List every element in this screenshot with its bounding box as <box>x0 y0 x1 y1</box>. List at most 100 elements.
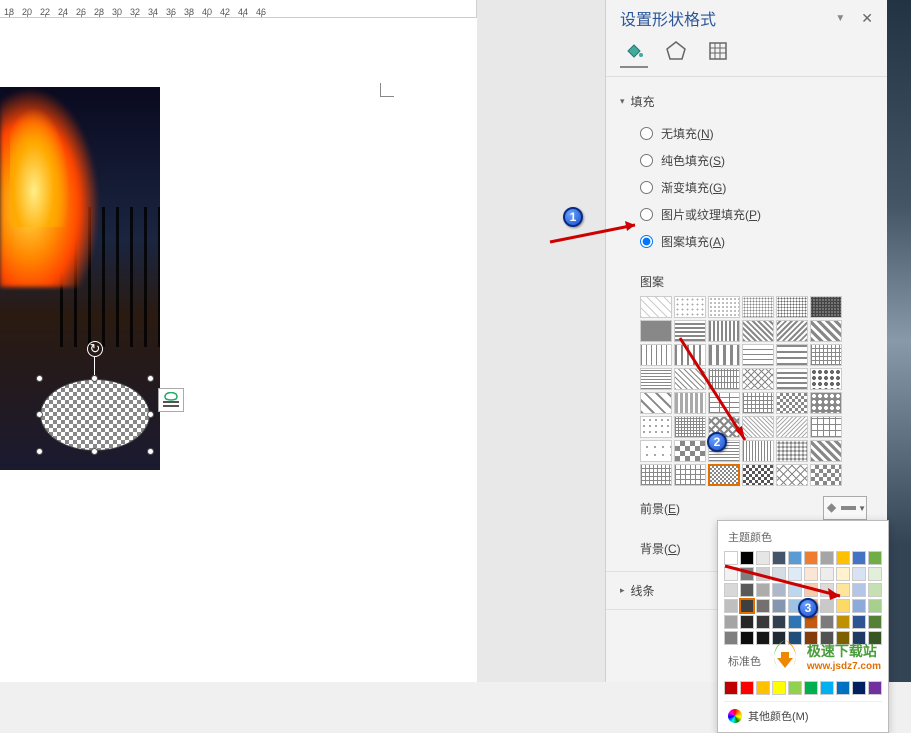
resize-handle[interactable] <box>36 411 43 418</box>
selected-oval-shape[interactable] <box>40 379 150 451</box>
paint-bucket-icon <box>824 500 839 516</box>
resize-handle[interactable] <box>91 375 98 382</box>
ruler-mark: 38 <box>180 7 198 17</box>
pattern-swatch[interactable] <box>810 296 842 318</box>
standard-color-swatch[interactable] <box>756 681 770 695</box>
resize-handle[interactable] <box>36 375 43 382</box>
pattern-swatch[interactable] <box>810 344 842 366</box>
tab-effects[interactable] <box>662 40 690 68</box>
theme-color-swatch[interactable] <box>724 615 738 629</box>
resize-handle[interactable] <box>36 448 43 455</box>
canvas-area: 18 20 22 24 26 28 30 32 34 36 38 40 42 4… <box>0 0 477 682</box>
theme-color-swatch[interactable] <box>740 631 754 645</box>
ruler-mark: 40 <box>198 7 216 17</box>
pattern-swatch[interactable] <box>776 392 808 414</box>
radio-picture-fill[interactable]: 图片或纹理填充(P) <box>640 201 873 228</box>
panel-options-dropdown[interactable]: ▼ <box>835 13 845 24</box>
standard-color-swatch[interactable] <box>836 681 850 695</box>
pattern-swatch[interactable] <box>742 464 774 486</box>
theme-color-swatch[interactable] <box>852 615 866 629</box>
pattern-swatch[interactable] <box>776 296 808 318</box>
theme-color-swatch[interactable] <box>788 615 802 629</box>
pattern-swatch[interactable] <box>674 296 706 318</box>
foreground-color-button[interactable]: ▼ <box>823 496 867 520</box>
theme-color-swatch[interactable] <box>868 583 882 597</box>
theme-color-swatch[interactable] <box>852 551 866 565</box>
document-page[interactable] <box>0 18 477 682</box>
theme-color-swatch[interactable] <box>740 615 754 629</box>
pattern-swatch[interactable] <box>776 464 808 486</box>
close-panel-button[interactable]: ✕ <box>861 10 873 27</box>
standard-color-swatch[interactable] <box>724 681 738 695</box>
standard-color-swatch[interactable] <box>804 681 818 695</box>
theme-color-swatch[interactable] <box>772 615 786 629</box>
watermark-url: www.jsdz7.com <box>807 661 881 672</box>
radio-input[interactable] <box>640 127 653 140</box>
theme-color-swatch[interactable] <box>852 567 866 581</box>
radio-input[interactable] <box>640 181 653 194</box>
pattern-swatch[interactable] <box>742 296 774 318</box>
theme-color-swatch[interactable] <box>852 599 866 613</box>
pattern-swatch[interactable] <box>708 464 740 486</box>
ruler-mark: 24 <box>54 7 72 17</box>
standard-color-swatch[interactable] <box>740 681 754 695</box>
theme-color-swatch[interactable] <box>868 599 882 613</box>
tab-layout-properties[interactable] <box>704 40 732 68</box>
color-wheel-icon <box>728 709 742 723</box>
pattern-swatch[interactable] <box>640 416 672 438</box>
pattern-swatch[interactable] <box>640 368 672 390</box>
pattern-swatch[interactable] <box>776 344 808 366</box>
pattern-swatch[interactable] <box>674 464 706 486</box>
pattern-swatch[interactable] <box>640 296 672 318</box>
resize-handle[interactable] <box>91 448 98 455</box>
theme-color-swatch[interactable] <box>820 615 834 629</box>
standard-color-swatch[interactable] <box>820 681 834 695</box>
theme-color-swatch[interactable] <box>724 631 738 645</box>
pattern-swatch[interactable] <box>810 368 842 390</box>
rotate-handle[interactable] <box>87 341 103 357</box>
pattern-swatch[interactable] <box>640 344 672 366</box>
ruler-mark: 44 <box>234 7 252 17</box>
pattern-swatch[interactable] <box>810 320 842 342</box>
pattern-swatch[interactable] <box>810 392 842 414</box>
radio-no-fill[interactable]: 无填充(N) <box>640 120 873 147</box>
pattern-swatch[interactable] <box>810 440 842 462</box>
theme-color-swatch[interactable] <box>836 615 850 629</box>
layout-options-button[interactable] <box>158 388 184 412</box>
pattern-swatch[interactable] <box>640 464 672 486</box>
resize-handle[interactable] <box>147 411 154 418</box>
tab-fill-line[interactable] <box>620 40 648 68</box>
standard-color-swatch[interactable] <box>788 681 802 695</box>
pattern-swatch[interactable] <box>810 416 842 438</box>
theme-color-swatch[interactable] <box>868 551 882 565</box>
ruler-mark: 34 <box>144 7 162 17</box>
resize-handle[interactable] <box>147 448 154 455</box>
theme-color-swatch[interactable] <box>756 615 770 629</box>
panel-title: 设置形状格式 <box>620 6 716 30</box>
pattern-swatch[interactable] <box>776 368 808 390</box>
annotation-arrow <box>720 556 850 606</box>
radio-input[interactable] <box>640 154 653 167</box>
theme-color-swatch[interactable] <box>868 615 882 629</box>
fill-section-header[interactable]: ▾ 填充 <box>620 87 873 116</box>
standard-color-swatch[interactable] <box>852 681 866 695</box>
pattern-label: 图案 <box>620 265 873 296</box>
pattern-swatch[interactable] <box>640 392 672 414</box>
pattern-swatch[interactable] <box>776 320 808 342</box>
pattern-swatch[interactable] <box>640 440 672 462</box>
pattern-swatch[interactable] <box>810 464 842 486</box>
theme-color-swatch[interactable] <box>852 583 866 597</box>
radio-gradient-fill[interactable]: 渐变填充(G) <box>640 174 873 201</box>
pattern-swatch[interactable] <box>708 296 740 318</box>
pattern-swatch[interactable] <box>776 440 808 462</box>
pattern-swatch[interactable] <box>640 320 672 342</box>
radio-solid-fill[interactable]: 纯色填充(S) <box>640 147 873 174</box>
ruler-mark: 32 <box>126 7 144 17</box>
pattern-swatch[interactable] <box>776 416 808 438</box>
theme-color-swatch[interactable] <box>868 567 882 581</box>
radio-pattern-fill[interactable]: 图案填充(A) <box>640 228 873 255</box>
more-colors-item[interactable]: 其他颜色(M) <box>724 701 882 726</box>
standard-color-swatch[interactable] <box>868 681 882 695</box>
resize-handle[interactable] <box>147 375 154 382</box>
standard-color-swatch[interactable] <box>772 681 786 695</box>
